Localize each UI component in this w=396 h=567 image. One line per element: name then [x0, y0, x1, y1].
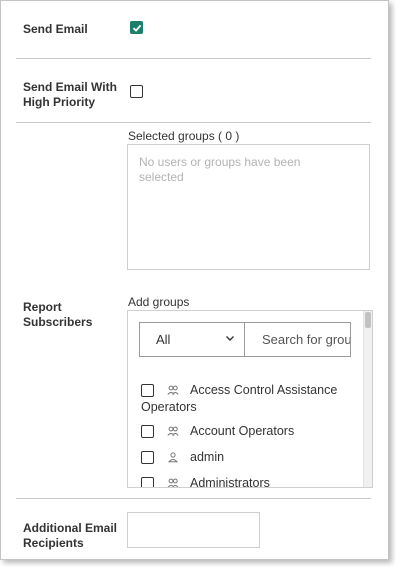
- scrollbar-thumb[interactable]: [365, 312, 371, 328]
- divider: [16, 498, 371, 499]
- divider: [16, 58, 371, 59]
- selected-groups-placeholder: No users or groups have been selected: [139, 155, 301, 184]
- group-checkbox[interactable]: [141, 450, 154, 464]
- send-email-checkbox[interactable]: [130, 21, 143, 34]
- group-name: Administrators: [190, 476, 270, 488]
- report-subscribers-label-line2: Subscribers: [23, 315, 93, 329]
- selected-groups-label: Selected groups ( 0 ): [128, 129, 240, 143]
- group-list-item[interactable]: Access Control Assistance: [141, 382, 337, 398]
- group-icon: [167, 385, 179, 395]
- group-list-item[interactable]: Administrators: [141, 475, 270, 488]
- additional-email-label-line2: Recipients: [23, 536, 84, 550]
- report-subscribers-label-line1: Report: [23, 300, 62, 314]
- group-name-continued: Operators: [141, 400, 197, 414]
- group-name: Access Control Assistance: [190, 383, 338, 397]
- group-name: Account Operators: [190, 424, 295, 438]
- group-list-item[interactable]: Account Operators: [141, 423, 294, 439]
- high-priority-checkbox[interactable]: [130, 85, 143, 98]
- high-priority-label-line1: Send Email With: [23, 80, 117, 94]
- group-checkbox[interactable]: [141, 476, 154, 487]
- high-priority-label-line2: High Priority: [23, 95, 96, 109]
- groups-scrollbar[interactable]: [363, 311, 372, 487]
- add-groups-list: All Access Control Assistance Operators: [127, 310, 373, 488]
- divider: [16, 122, 371, 123]
- group-search-input[interactable]: [245, 323, 350, 356]
- group-filter-value: All: [156, 332, 171, 347]
- additional-email-input[interactable]: [127, 512, 260, 548]
- checkmark-icon: [132, 24, 141, 32]
- additional-email-label-line1: Additional Email: [23, 521, 118, 535]
- group-icon: [167, 426, 179, 436]
- group-icon: [167, 478, 179, 487]
- group-search-field[interactable]: [245, 322, 351, 357]
- add-groups-label: Add groups: [128, 295, 190, 309]
- group-filter-select[interactable]: All: [139, 322, 245, 357]
- selected-groups-list: No users or groups have been selected: [127, 144, 370, 270]
- group-name: admin: [190, 450, 225, 464]
- group-checkbox[interactable]: [141, 383, 154, 397]
- user-icon: [167, 452, 179, 463]
- group-checkbox[interactable]: [141, 424, 154, 438]
- send-email-label: Send Email: [23, 22, 88, 36]
- report-settings-panel: Send Email Send Email With High Priority…: [0, 0, 389, 560]
- chevron-down-icon: [226, 336, 234, 341]
- group-list-item[interactable]: admin: [141, 449, 224, 465]
